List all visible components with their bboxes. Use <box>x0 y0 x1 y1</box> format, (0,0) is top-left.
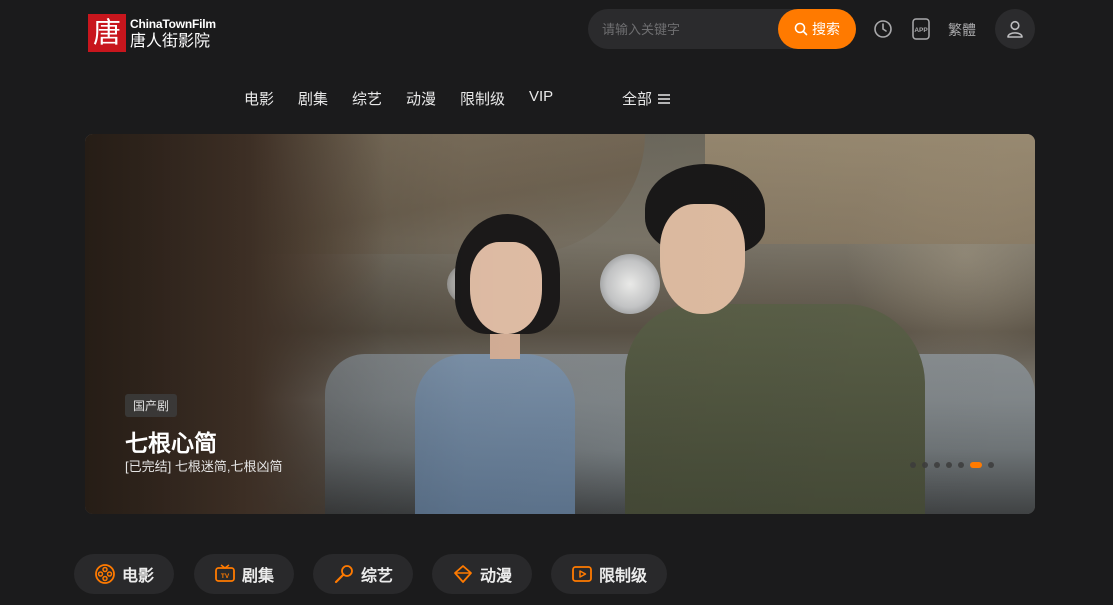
app-icon: APP <box>912 18 930 40</box>
carousel-dot[interactable] <box>910 462 916 468</box>
nav-item-anime[interactable]: 动漫 <box>406 88 436 109</box>
nav-all-label: 全部 <box>622 91 653 108</box>
language-toggle[interactable]: 繁體 <box>948 20 976 40</box>
nav-item-movies[interactable]: 电影 <box>244 88 274 109</box>
search-bar: 搜索 <box>588 9 856 49</box>
category-variety[interactable]: 综艺 <box>313 554 414 594</box>
logo-english-name: ChinaTownFilm <box>130 16 216 31</box>
tv-icon: TV <box>215 564 235 582</box>
nav-item-variety[interactable]: 综艺 <box>352 88 382 109</box>
logo-mark: 唐 <box>88 14 126 52</box>
carousel-dot[interactable] <box>946 462 952 468</box>
carousel-dot[interactable] <box>934 462 940 468</box>
category-restricted[interactable]: 限制级 <box>551 554 668 594</box>
banner-subtitle: [已完结] 七根迷简,七根凶简 <box>125 459 283 474</box>
category-label: 电影 <box>122 568 155 585</box>
category-label: 动漫 <box>480 568 513 585</box>
search-icon <box>794 22 808 36</box>
nav-item-restricted[interactable]: 限制级 <box>460 88 505 109</box>
user-account-button[interactable] <box>995 9 1035 49</box>
carousel-dot[interactable] <box>922 462 928 468</box>
search-input[interactable] <box>588 9 778 49</box>
carousel-indicators <box>910 462 994 468</box>
category-label: 限制级 <box>599 568 648 585</box>
history-button[interactable] <box>872 18 894 40</box>
microphone-icon <box>334 565 353 584</box>
page: 唐 ChinaTownFilm 唐人街影院 搜索 APP 繁體 电影 剧集 综艺… <box>0 0 1113 605</box>
site-logo[interactable]: 唐 ChinaTownFilm 唐人街影院 <box>88 14 216 52</box>
play-icon <box>572 566 592 582</box>
nav-item-series[interactable]: 剧集 <box>298 88 328 109</box>
anime-icon <box>454 565 472 583</box>
carousel-dot[interactable] <box>958 462 964 468</box>
search-button[interactable]: 搜索 <box>778 9 856 49</box>
nav-item-vip[interactable]: VIP <box>529 88 553 105</box>
svg-text:APP: APP <box>914 27 928 34</box>
banner-title[interactable]: 七根心简 <box>125 424 217 458</box>
category-label: 剧集 <box>242 568 275 585</box>
banner-genre-tag[interactable]: 国产剧 <box>125 394 178 417</box>
clock-icon <box>874 20 892 38</box>
nav-item-all[interactable]: 全部 <box>622 88 671 109</box>
category-label: 综艺 <box>361 568 394 585</box>
category-anime[interactable]: 动漫 <box>432 554 533 594</box>
user-icon <box>1007 20 1023 38</box>
search-button-label: 搜索 <box>812 21 840 37</box>
carousel-dot[interactable] <box>970 462 982 468</box>
hero-banner[interactable]: 国产剧 七根心简 [已完结] 七根迷简,七根凶简 <box>85 134 1035 514</box>
svg-text:TV: TV <box>221 573 230 580</box>
film-reel-icon <box>95 564 115 584</box>
category-series[interactable]: TV 剧集 <box>194 554 295 594</box>
menu-icon <box>658 93 671 104</box>
logo-chinese-name: 唐人街影院 <box>130 30 211 50</box>
logo-wordmark: ChinaTownFilm 唐人街影院 <box>130 18 216 49</box>
app-download-button[interactable]: APP <box>910 18 932 40</box>
category-movies[interactable]: 电影 <box>74 554 175 594</box>
main-nav: 电影 剧集 综艺 动漫 限制级 VIP 全部 <box>0 88 1113 110</box>
carousel-dot[interactable] <box>988 462 994 468</box>
